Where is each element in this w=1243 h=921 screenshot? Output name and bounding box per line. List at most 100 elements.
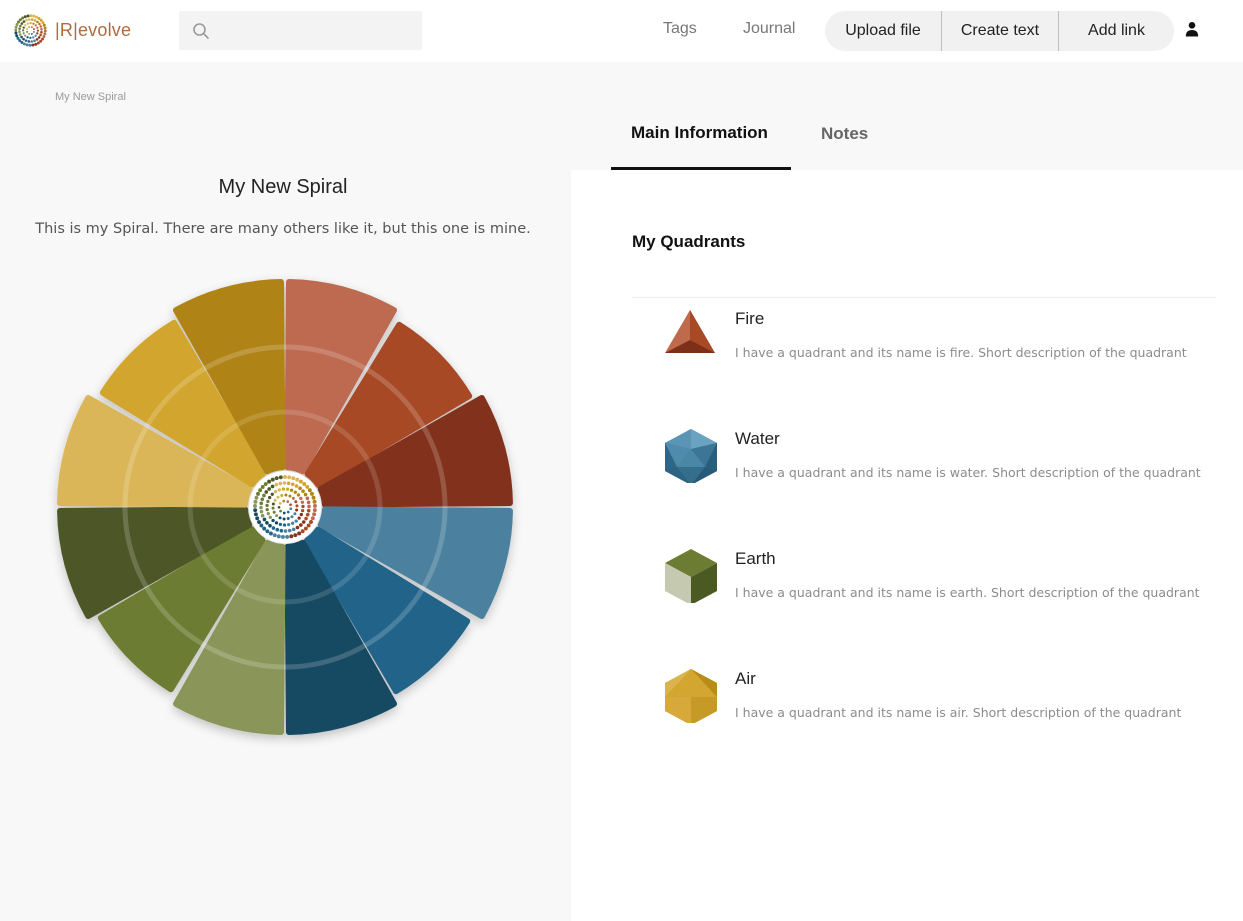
breadcrumb[interactable]: My New Spiral <box>55 91 126 103</box>
create-text-button[interactable]: Create text <box>941 11 1058 51</box>
center-dot <box>298 479 303 484</box>
center-dot <box>291 476 296 481</box>
quadrant-item-water[interactable]: Water I have a quadrant and its name is … <box>663 427 1223 497</box>
logo-dot <box>39 25 43 28</box>
center-dot <box>257 520 261 524</box>
center-dot <box>271 518 275 523</box>
logo-dot <box>18 27 21 31</box>
logo[interactable]: |R|evolve <box>14 14 131 47</box>
center-dot <box>283 529 288 533</box>
quadrant-description: I have a quadrant and its name is fire. … <box>735 345 1187 360</box>
logo-dot <box>14 25 18 29</box>
nav-journal-link[interactable]: Journal <box>743 20 795 38</box>
pyramid-icon <box>665 310 715 353</box>
quadrant-item-air[interactable]: Air I have a quadrant and its name is ai… <box>663 667 1223 737</box>
center-dot <box>295 504 299 508</box>
quadrant-item-earth[interactable]: Earth I have a quadrant and its name is … <box>663 547 1223 617</box>
center-dot <box>262 517 267 522</box>
center-dot <box>290 515 294 519</box>
center-dot <box>253 499 258 504</box>
center-dot <box>295 508 299 512</box>
center-dot <box>265 529 270 534</box>
center-dot <box>291 527 296 532</box>
center-dot <box>311 495 316 500</box>
center-dot <box>294 519 298 523</box>
center-dot <box>272 510 276 514</box>
center-dot <box>300 500 305 504</box>
center-dot <box>279 528 284 533</box>
center-dot <box>312 508 317 513</box>
center-dot <box>289 488 294 492</box>
center-dot <box>295 525 300 530</box>
center-dot <box>262 493 266 498</box>
logo-dot <box>28 32 31 35</box>
center-dot <box>307 488 312 493</box>
logo-dot <box>20 22 24 25</box>
center-dot <box>277 505 281 509</box>
center-dot <box>259 505 263 510</box>
search-input[interactable] <box>219 11 414 50</box>
quadrant-item-fire[interactable]: Fire I have a quadrant and its name is f… <box>663 307 1223 377</box>
logo-dot <box>18 33 22 36</box>
upload-file-button[interactable]: Upload file <box>825 11 941 51</box>
center-dot <box>265 503 269 508</box>
center-dot <box>287 522 291 527</box>
center-dot <box>301 504 305 509</box>
center-dot <box>274 521 279 525</box>
logo-dot <box>34 34 37 37</box>
center-dot <box>282 523 287 527</box>
logo-dot <box>36 26 39 29</box>
logo-dot <box>30 18 34 21</box>
spiral-wheel[interactable] <box>40 262 530 752</box>
center-dot <box>253 504 257 508</box>
center-dot <box>290 482 295 487</box>
search-box[interactable] <box>179 11 422 50</box>
tab-notes[interactable]: Notes <box>791 98 888 170</box>
logo-dot <box>16 36 20 40</box>
logo-dot <box>43 26 47 30</box>
logo-dot <box>25 18 28 22</box>
center-dot <box>259 509 264 514</box>
center-dot <box>268 523 272 528</box>
tab-main-information[interactable]: Main Information <box>611 98 791 170</box>
logo-dot <box>22 37 25 41</box>
center-dot <box>286 481 291 486</box>
logo-dot <box>36 41 40 45</box>
center-dot <box>306 523 311 528</box>
logo-mark-icon <box>14 14 47 47</box>
octahedron-icon <box>665 669 717 723</box>
center-dot <box>268 495 272 500</box>
center-dot <box>288 494 292 498</box>
center-dot <box>294 500 298 504</box>
center-dot <box>294 484 299 488</box>
logo-dot <box>22 26 25 29</box>
add-link-button[interactable]: Add link <box>1058 11 1174 51</box>
user-icon[interactable] <box>1185 21 1199 37</box>
search-icon <box>193 23 209 39</box>
center-dot <box>299 512 303 517</box>
logo-dot <box>25 43 29 47</box>
center-dot <box>254 495 259 500</box>
center-dot <box>275 527 280 532</box>
logo-dot <box>41 21 45 25</box>
icosahedron-icon <box>665 429 717 483</box>
nav-tags-link[interactable]: Tags <box>663 20 697 38</box>
center-dot <box>304 516 308 521</box>
quadrant-name: Air <box>735 669 756 688</box>
center-dot <box>278 502 282 505</box>
center-dot <box>277 488 281 492</box>
logo-dot <box>21 16 25 20</box>
logo-dot <box>21 29 25 32</box>
center-dot <box>280 493 284 497</box>
center-dot <box>282 499 286 503</box>
logo-dot <box>35 38 39 41</box>
center-dot <box>266 499 270 504</box>
section-divider <box>632 297 1216 298</box>
center-dot <box>305 484 310 489</box>
logo-dot <box>24 24 27 27</box>
logo-dot <box>32 28 35 31</box>
logo-dot <box>18 30 21 34</box>
center-dot <box>287 475 292 480</box>
logo-dot <box>26 22 29 25</box>
center-dot <box>280 534 285 539</box>
